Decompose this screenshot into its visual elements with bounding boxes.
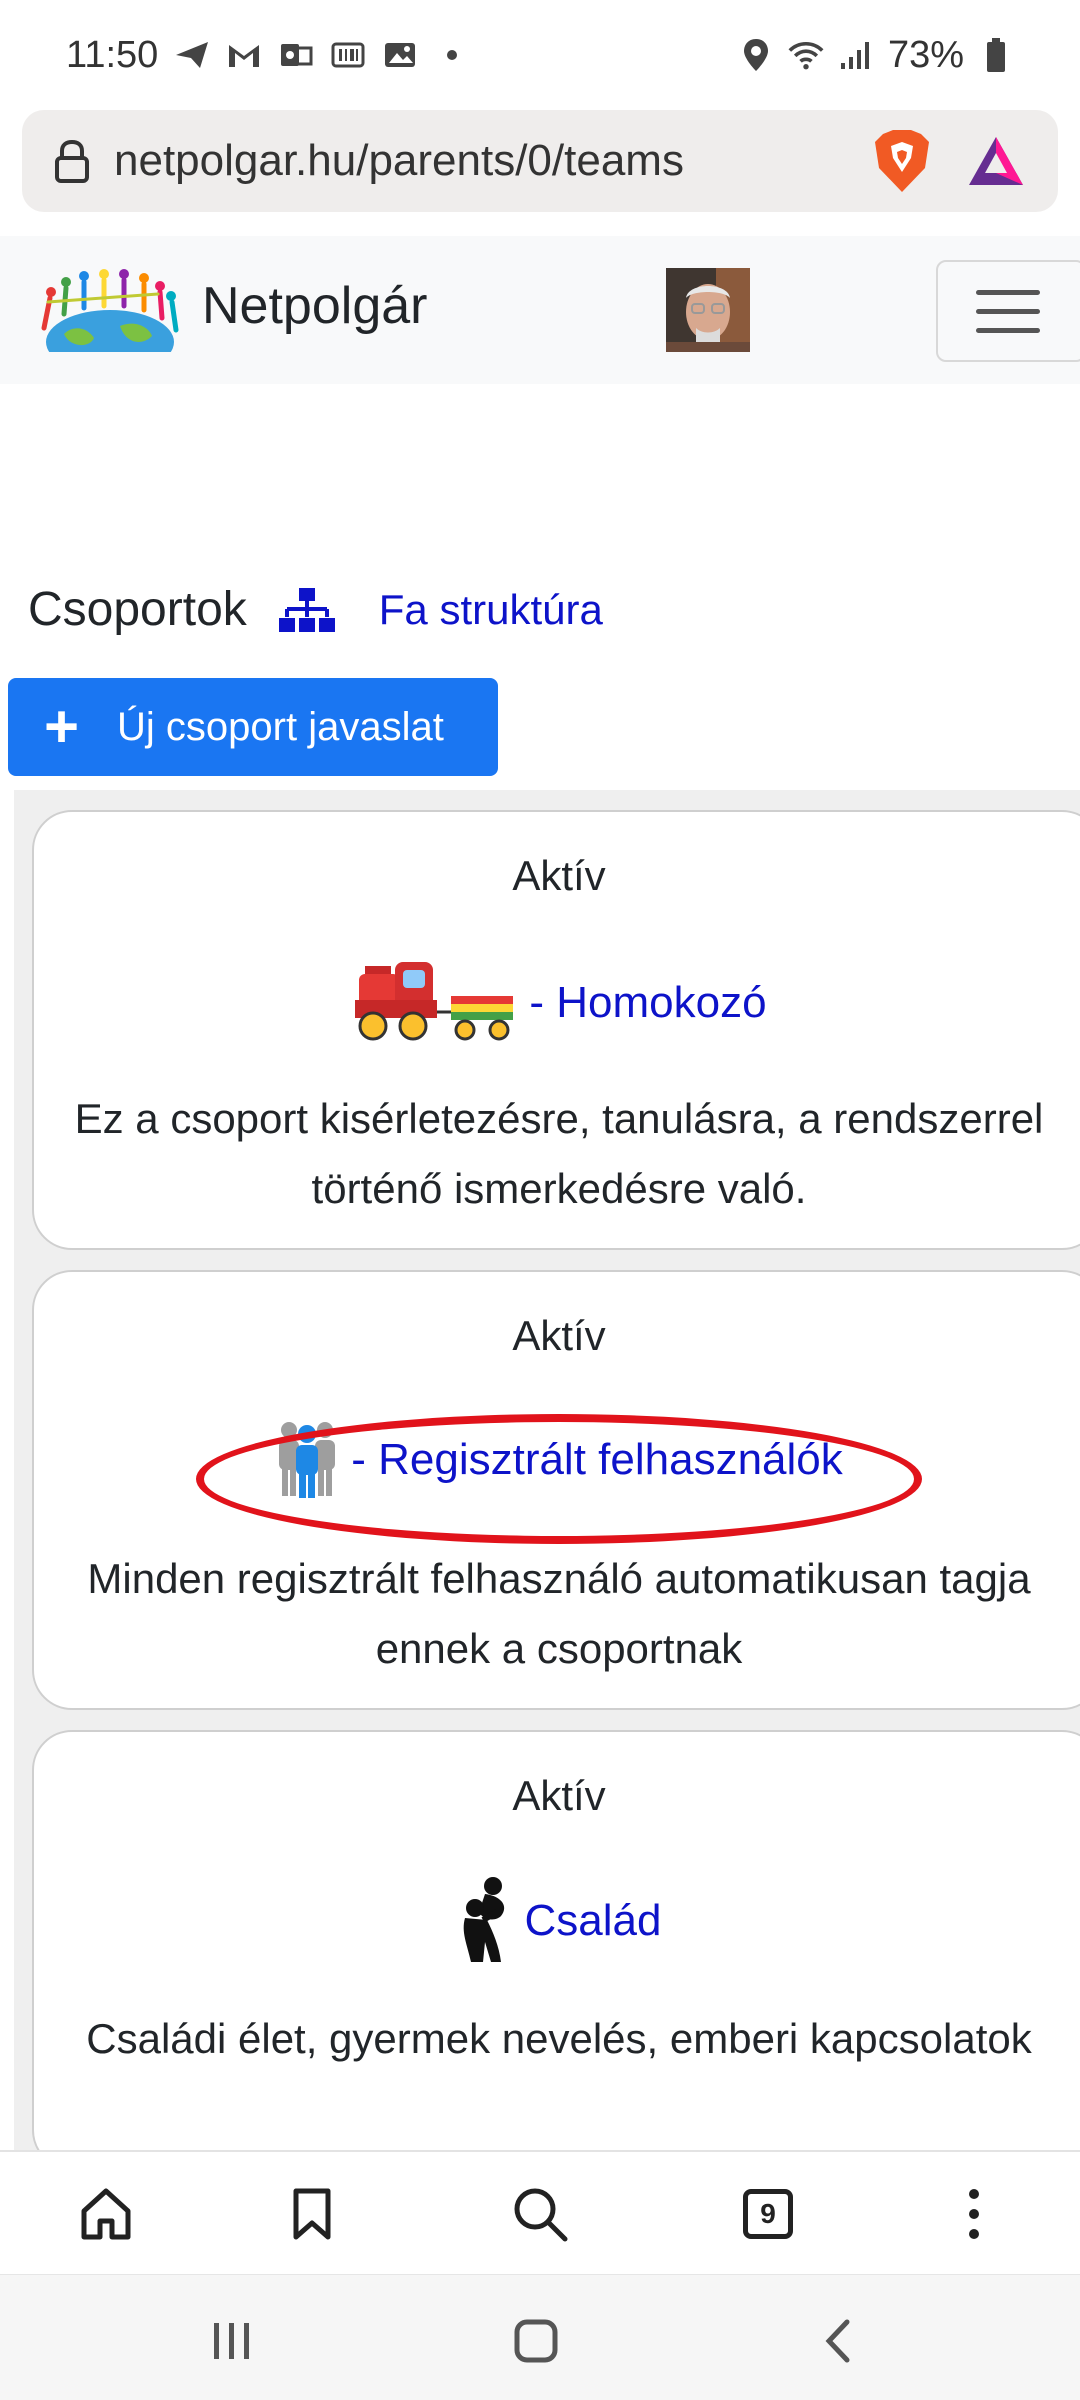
tabs-button[interactable]: 9 <box>736 2182 800 2246</box>
site-navbar: Netpolgár <box>0 236 1080 384</box>
address-bar[interactable]: netpolgar.hu/parents/0/teams <box>22 110 1058 212</box>
group-description: Családi élet, gyermek nevelés, emberi ka… <box>86 2015 1032 2062</box>
more-options-icon[interactable] <box>942 2182 1006 2246</box>
group-status: Aktív <box>512 852 606 899</box>
browser-toolbar: 9 <box>0 2150 1080 2274</box>
menu-bar <box>976 308 1040 314</box>
tab-count: 9 <box>743 2189 793 2239</box>
avatar[interactable] <box>666 268 750 352</box>
sitemap-icon[interactable] <box>278 586 335 634</box>
home-icon[interactable] <box>74 2182 138 2246</box>
location-icon <box>738 37 774 73</box>
group-title-link[interactable]: - Homokozó <box>529 978 766 1028</box>
plus-icon: + <box>44 693 80 760</box>
outlook-icon <box>278 37 314 73</box>
signal-icon <box>838 37 874 73</box>
brave-shields-icon[interactable] <box>870 129 934 193</box>
annotation-highlight-ellipse <box>196 1414 922 1544</box>
new-group-proposal-label: Új csoport javaslat <box>117 704 444 749</box>
battery-percent: 73% <box>887 33 964 76</box>
group-status: Aktív <box>512 1772 606 1819</box>
group-card[interactable]: Aktív Család Családi élet, gyermek nevel… <box>32 1730 1080 2150</box>
netpolgar-logo-icon[interactable] <box>34 268 186 374</box>
url-text[interactable]: netpolgar.hu/parents/0/teams <box>114 136 840 186</box>
status-time: 11:50 <box>66 33 159 76</box>
group-card[interactable]: Aktív - Homokozó Ez a csoport kisérletez… <box>32 810 1080 1250</box>
lock-icon[interactable] <box>52 138 92 184</box>
search-icon[interactable] <box>508 2182 572 2246</box>
menu-bar <box>976 289 1040 295</box>
brave-rewards-icon[interactable] <box>964 129 1028 193</box>
more-notifications-icon <box>434 37 470 73</box>
gallery-icon <box>382 37 418 73</box>
menu-toggle-button[interactable] <box>936 260 1080 362</box>
group-status: Aktív <box>512 1312 606 1359</box>
send-icon <box>174 37 210 73</box>
bookmark-icon[interactable] <box>280 2182 344 2246</box>
page-title: Csoportok <box>28 583 247 636</box>
tree-structure-link[interactable]: Fa struktúra <box>379 586 603 634</box>
new-group-proposal-button[interactable]: + Új csoport javaslat <box>8 678 498 776</box>
brand-name[interactable]: Netpolgár <box>202 276 427 336</box>
recent-apps-icon[interactable] <box>202 2311 262 2371</box>
group-title-link[interactable]: Család <box>525 1896 662 1946</box>
page-heading: Csoportok Fa struktúra <box>28 582 603 637</box>
group-description: Ez a csoport kisérletezésre, tanulásra, … <box>74 1095 1044 1212</box>
group-title-row[interactable]: Család <box>34 1876 1080 1966</box>
toy-train-icon <box>355 962 514 1041</box>
wifi-icon <box>788 37 824 73</box>
gmail-icon <box>226 37 262 73</box>
back-icon[interactable] <box>808 2311 868 2371</box>
status-bar: 11:50 73% <box>0 0 1080 110</box>
system-navigation-bar <box>0 2274 1080 2400</box>
group-description: Minden regisztrált felhasználó automatik… <box>87 1555 1031 1672</box>
barcode-icon <box>330 37 366 73</box>
menu-bar <box>976 327 1040 333</box>
parent-child-icon <box>463 1877 504 1962</box>
group-title-row[interactable]: - Homokozó <box>34 960 1080 1046</box>
home-button-icon[interactable] <box>506 2311 566 2371</box>
battery-icon <box>978 37 1014 73</box>
